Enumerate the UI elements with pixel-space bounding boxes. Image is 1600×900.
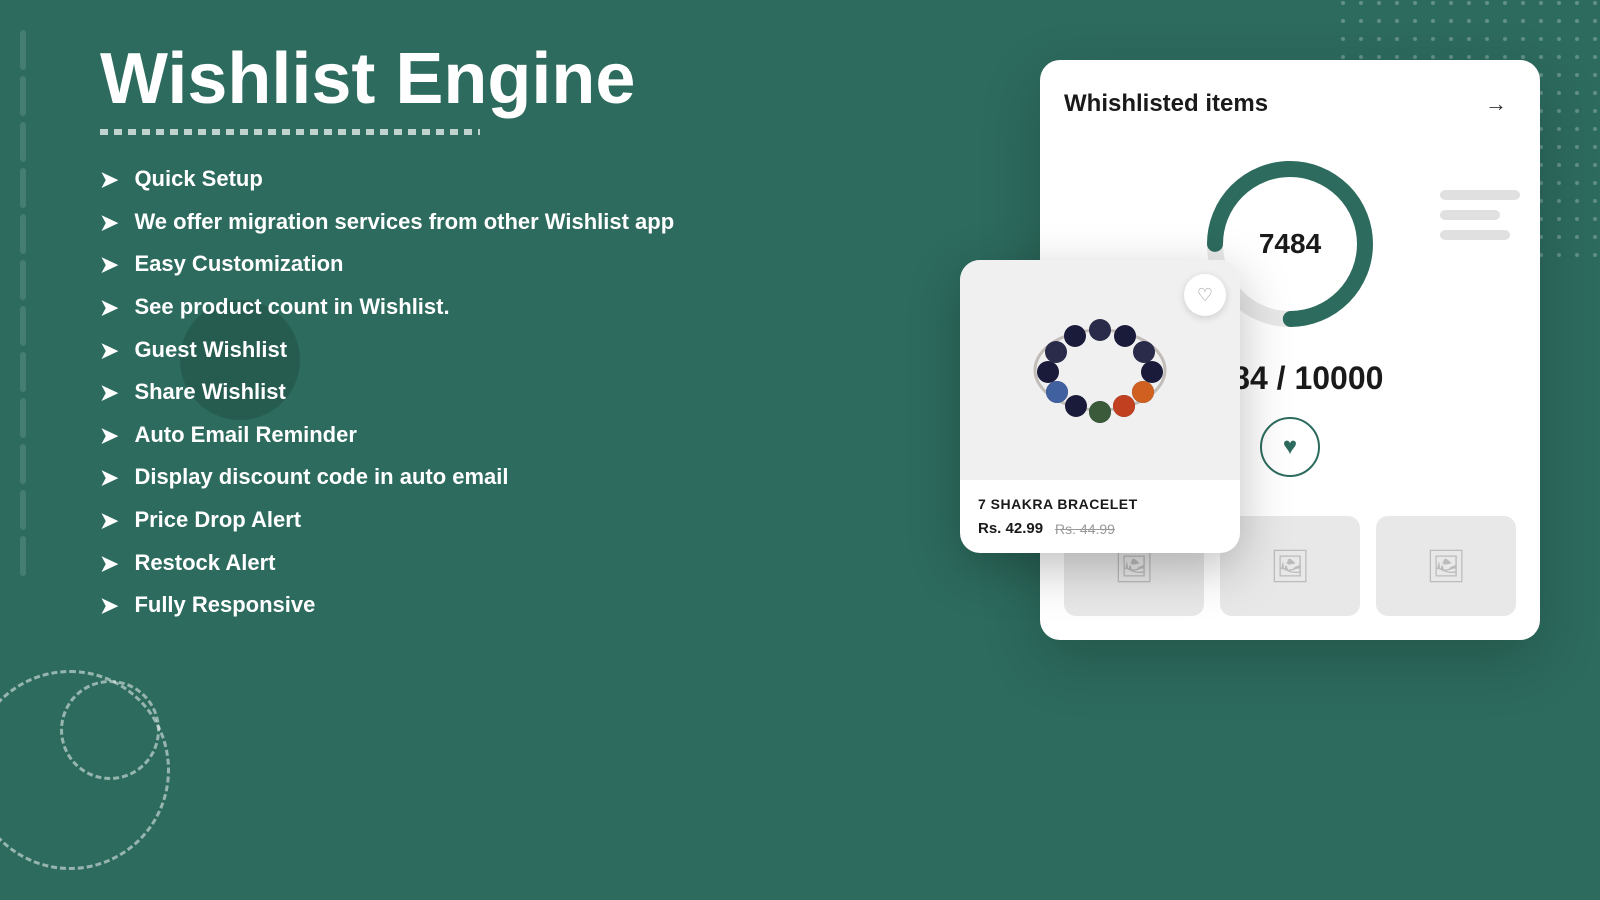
main-content-area: Wishlist Engine ➤ Quick Setup ➤ We offer… [100, 40, 800, 620]
product-info: 7 SHAKRA BRACELET Rs. 42.99 Rs. 44.99 [960, 480, 1240, 553]
wishlist-header: Whishlisted items → [1064, 84, 1516, 124]
heart-circle-icon: ♥ [1260, 417, 1320, 477]
feature-text: Auto Email Reminder [134, 421, 356, 450]
wishlist-arrow-icon[interactable]: → [1476, 84, 1516, 124]
feature-item-3: ➤ Easy Customization [100, 250, 800, 279]
feature-text: Fully Responsive [134, 591, 315, 620]
dashed-circle-small [60, 680, 160, 780]
feature-item-11: ➤ Fully Responsive [100, 591, 800, 620]
feature-item-8: ➤ Display discount code in auto email [100, 463, 800, 492]
heart-symbol: ♥ [1283, 433, 1297, 461]
product-thumb-2: 🖼 [1220, 516, 1360, 616]
feature-text: Price Drop Alert [134, 506, 301, 535]
feature-arrow-icon: ➤ [100, 508, 118, 534]
feature-item-7: ➤ Auto Email Reminder [100, 421, 800, 450]
feature-item-6: ➤ Share Wishlist [100, 378, 800, 407]
feature-item-9: ➤ Price Drop Alert [100, 506, 800, 535]
placeholder-icon-2: 🖼 [1270, 547, 1311, 585]
feature-arrow-icon: ➤ [100, 465, 118, 491]
product-image-area: ♡ [960, 260, 1240, 480]
placeholder-icon-3: 🖼 [1426, 547, 1467, 585]
heart-icon: ♡ [1197, 285, 1213, 306]
product-heart-button[interactable]: ♡ [1184, 274, 1226, 316]
feature-item-10: ➤ Restock Alert [100, 549, 800, 578]
title-underline [100, 129, 480, 135]
price-original: Rs. 44.99 [1055, 521, 1115, 537]
feature-arrow-icon: ➤ [100, 210, 118, 236]
feature-item-1: ➤ Quick Setup [100, 165, 800, 194]
feature-arrow-icon: ➤ [100, 593, 118, 619]
feature-arrow-icon: ➤ [100, 167, 118, 193]
features-list: ➤ Quick Setup ➤ We offer migration servi… [100, 165, 800, 620]
ui-mockup: Whishlisted items → 7484 7484 / 10000 [960, 60, 1540, 860]
feature-text: We offer migration services from other W… [134, 208, 674, 237]
price-current: Rs. 42.99 [978, 520, 1043, 537]
feature-arrow-icon: ➤ [100, 338, 118, 364]
product-card: ♡ 7 SHAKRA BRACELET Rs. 42.99 Rs. 44.99 [960, 260, 1240, 553]
wishlist-card-title: Whishlisted items [1064, 90, 1268, 118]
feature-arrow-icon: ➤ [100, 380, 118, 406]
feature-arrow-icon: ➤ [100, 551, 118, 577]
feature-text: Guest Wishlist [134, 336, 287, 365]
feature-arrow-icon: ➤ [100, 252, 118, 278]
feature-text: Easy Customization [134, 250, 343, 279]
feature-arrow-icon: ➤ [100, 423, 118, 449]
sub-lines-decoration [1440, 190, 1520, 240]
donut-center-value: 7484 [1259, 228, 1321, 260]
product-name: 7 SHAKRA BRACELET [978, 496, 1222, 512]
feature-text: Share Wishlist [134, 378, 285, 407]
feature-item-4: ➤ See product count in Wishlist. [100, 293, 800, 322]
feature-text: Quick Setup [134, 165, 262, 194]
feature-text: See product count in Wishlist. [134, 293, 449, 322]
feature-arrow-icon: ➤ [100, 295, 118, 321]
feature-text: Restock Alert [134, 549, 275, 578]
feature-item-5: ➤ Guest Wishlist [100, 336, 800, 365]
feature-item-2: ➤ We offer migration services from other… [100, 208, 800, 237]
product-prices: Rs. 42.99 Rs. 44.99 [978, 520, 1222, 537]
bracelet-product-image [1010, 300, 1190, 440]
feature-text: Display discount code in auto email [134, 463, 508, 492]
product-thumb-3: 🖼 [1376, 516, 1516, 616]
page-title: Wishlist Engine [100, 40, 800, 119]
